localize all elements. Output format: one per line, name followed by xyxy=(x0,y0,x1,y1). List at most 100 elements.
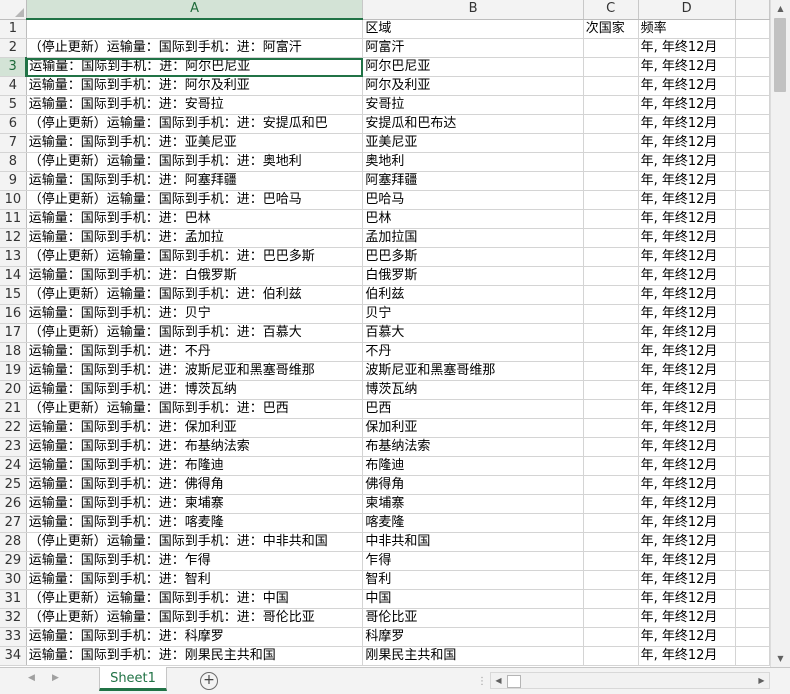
spreadsheet-grid[interactable]: ABCD 1 区域 次国家 频率 2 （停止更新）运输量：国际到手机：进：阿富汗 阿富汗 年,… xyxy=(0,0,770,667)
cell-c[interactable] xyxy=(583,57,639,77)
cell-a[interactable]: 运输量：国际到手机：进：安哥拉 xyxy=(26,95,364,115)
cell-b[interactable]: 巴巴多斯 xyxy=(362,247,584,267)
cell-a[interactable]: （停止更新）运输量：国际到手机：进：中非共和国 xyxy=(26,532,364,552)
cell-d[interactable]: 年, 年终12月 xyxy=(638,38,736,58)
splitter-handle-icon[interactable]: ⋮ xyxy=(477,676,488,687)
cell-e[interactable] xyxy=(735,114,770,134)
cell-e[interactable] xyxy=(735,266,770,286)
cell-d[interactable]: 频率 xyxy=(638,19,736,39)
cell-c[interactable] xyxy=(583,456,639,476)
cell-e[interactable] xyxy=(735,646,770,666)
cell-a[interactable]: 运输量：国际到手机：进：博茨瓦纳 xyxy=(26,380,364,400)
cell-b[interactable]: 阿尔及利亚 xyxy=(362,76,584,96)
cell-b[interactable]: 智利 xyxy=(362,570,584,590)
scroll-up-icon[interactable]: ▲ xyxy=(771,0,790,17)
row-header[interactable]: 29 xyxy=(0,551,27,571)
cell-a[interactable]: （停止更新）运输量：国际到手机：进：巴巴多斯 xyxy=(26,247,364,267)
scroll-down-icon[interactable]: ▼ xyxy=(771,650,790,667)
cell-a[interactable]: 运输量：国际到手机：进：保加利亚 xyxy=(26,418,364,438)
vertical-scroll-thumb[interactable] xyxy=(774,18,786,92)
cell-a[interactable] xyxy=(26,19,364,39)
cell-c[interactable] xyxy=(583,494,639,514)
cell-d[interactable]: 年, 年终12月 xyxy=(638,361,736,381)
cell-c[interactable] xyxy=(583,551,639,571)
cell-b[interactable]: 奥地利 xyxy=(362,152,584,172)
cell-d[interactable]: 年, 年终12月 xyxy=(638,646,736,666)
cell-d[interactable]: 年, 年终12月 xyxy=(638,76,736,96)
cell-d[interactable]: 年, 年终12月 xyxy=(638,152,736,172)
cell-b[interactable]: 伯利兹 xyxy=(362,285,584,305)
cell-c[interactable] xyxy=(583,133,639,153)
cell-d[interactable]: 年, 年终12月 xyxy=(638,475,736,495)
cell-e[interactable] xyxy=(735,209,770,229)
row-header[interactable]: 28 xyxy=(0,532,27,552)
row-header[interactable]: 24 xyxy=(0,456,27,476)
cell-c[interactable] xyxy=(583,285,639,305)
scroll-left-icon[interactable]: ◀ xyxy=(491,673,506,688)
cell-a[interactable]: （停止更新）运输量：国际到手机：进：中国 xyxy=(26,589,364,609)
cell-d[interactable]: 年, 年终12月 xyxy=(638,570,736,590)
row-header[interactable]: 15 xyxy=(0,285,27,305)
cell-e[interactable] xyxy=(735,19,770,39)
cell-a[interactable]: 运输量：国际到手机：进：乍得 xyxy=(26,551,364,571)
cell-a[interactable]: 运输量：国际到手机：进：布隆迪 xyxy=(26,456,364,476)
cell-c[interactable] xyxy=(583,171,639,191)
row-header[interactable]: 23 xyxy=(0,437,27,457)
cell-b[interactable]: 不丹 xyxy=(362,342,584,362)
cell-c[interactable] xyxy=(583,38,639,58)
cell-a[interactable]: （停止更新）运输量：国际到手机：进：安提瓜和巴 xyxy=(26,114,364,134)
cell-a[interactable]: 运输量：国际到手机：进：白俄罗斯 xyxy=(26,266,364,286)
cell-d[interactable]: 年, 年终12月 xyxy=(638,247,736,267)
cell-e[interactable] xyxy=(735,76,770,96)
row-header[interactable]: 14 xyxy=(0,266,27,286)
row-header[interactable]: 5 xyxy=(0,95,27,115)
cell-e[interactable] xyxy=(735,285,770,305)
cell-a[interactable]: 运输量：国际到手机：进：布基纳法索 xyxy=(26,437,364,457)
cell-e[interactable] xyxy=(735,304,770,324)
cell-a[interactable]: 运输量：国际到手机：进：科摩罗 xyxy=(26,627,364,647)
row-header[interactable]: 9 xyxy=(0,171,27,191)
cell-b[interactable]: 中非共和国 xyxy=(362,532,584,552)
cell-a[interactable]: （停止更新）运输量：国际到手机：进：巴哈马 xyxy=(26,190,364,210)
cell-d[interactable]: 年, 年终12月 xyxy=(638,133,736,153)
row-header[interactable]: 16 xyxy=(0,304,27,324)
cell-e[interactable] xyxy=(735,627,770,647)
cell-c[interactable] xyxy=(583,152,639,172)
cell-b[interactable]: 保加利亚 xyxy=(362,418,584,438)
cell-c[interactable] xyxy=(583,361,639,381)
cell-d[interactable]: 年, 年终12月 xyxy=(638,494,736,514)
horizontal-scroll-thumb[interactable] xyxy=(507,675,521,688)
cell-d[interactable]: 年, 年终12月 xyxy=(638,380,736,400)
cell-d[interactable]: 年, 年终12月 xyxy=(638,266,736,286)
cell-d[interactable]: 年, 年终12月 xyxy=(638,285,736,305)
cell-c[interactable] xyxy=(583,247,639,267)
row-header[interactable]: 2 xyxy=(0,38,27,58)
cell-c[interactable] xyxy=(583,627,639,647)
cell-e[interactable] xyxy=(735,608,770,628)
row-header[interactable]: 7 xyxy=(0,133,27,153)
cell-e[interactable] xyxy=(735,323,770,343)
cell-c[interactable] xyxy=(583,95,639,115)
column-header-d[interactable]: D xyxy=(638,0,736,20)
row-header[interactable]: 27 xyxy=(0,513,27,533)
cell-c[interactable] xyxy=(583,190,639,210)
cell-b[interactable]: 波斯尼亚和黑塞哥维那 xyxy=(362,361,584,381)
cell-d[interactable]: 年, 年终12月 xyxy=(638,114,736,134)
cell-c[interactable] xyxy=(583,532,639,552)
cell-c[interactable] xyxy=(583,114,639,134)
cell-a[interactable]: （停止更新）运输量：国际到手机：进：伯利兹 xyxy=(26,285,364,305)
cell-b[interactable]: 柬埔寨 xyxy=(362,494,584,514)
cell-e[interactable] xyxy=(735,570,770,590)
cell-e[interactable] xyxy=(735,361,770,381)
add-sheet-icon[interactable]: + xyxy=(200,672,218,690)
cell-d[interactable]: 年, 年终12月 xyxy=(638,418,736,438)
cell-a[interactable]: 运输量：国际到手机：进：孟加拉 xyxy=(26,228,364,248)
cell-e[interactable] xyxy=(735,513,770,533)
cell-d[interactable]: 年, 年终12月 xyxy=(638,532,736,552)
cell-e[interactable] xyxy=(735,437,770,457)
cell-b[interactable]: 喀麦隆 xyxy=(362,513,584,533)
row-header[interactable]: 6 xyxy=(0,114,27,134)
cell-b[interactable]: 中国 xyxy=(362,589,584,609)
cell-a[interactable]: 运输量：国际到手机：进：阿尔及利亚 xyxy=(26,76,364,96)
row-header[interactable]: 31 xyxy=(0,589,27,609)
